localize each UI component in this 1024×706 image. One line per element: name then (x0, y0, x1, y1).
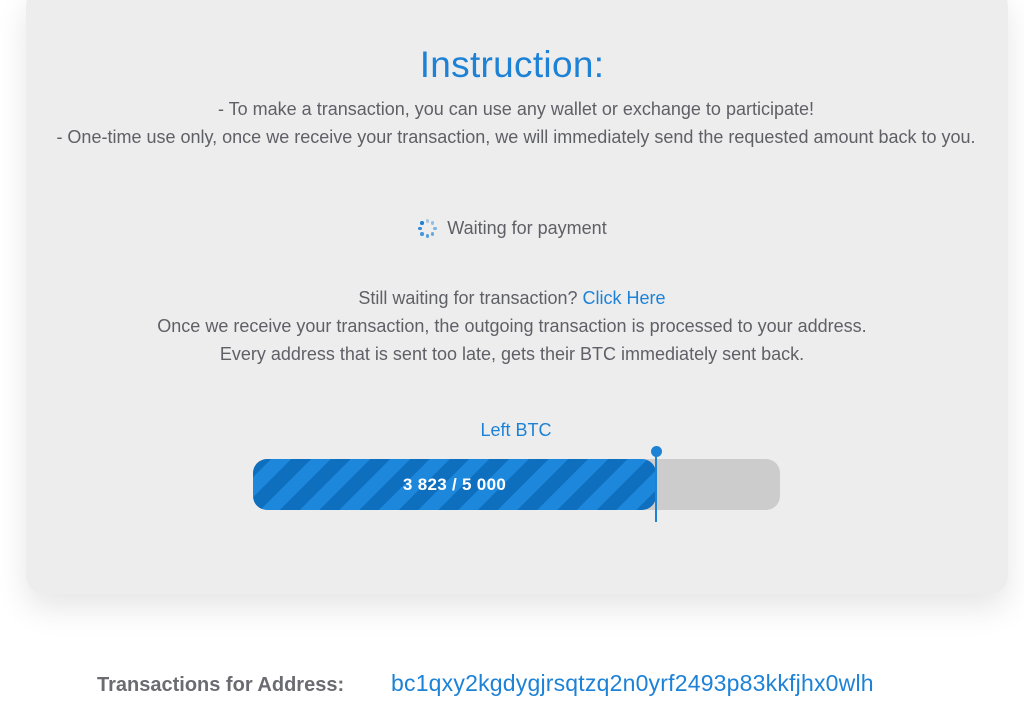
info-line-2: Once we receive your transaction, the ou… (157, 316, 867, 336)
spinner-dot (430, 232, 435, 236)
spinner-dot (420, 232, 424, 236)
spinner-dot (420, 221, 424, 225)
address-label: Transactions for Address: (97, 674, 345, 696)
transaction-info: Still waiting for transaction? Click Her… (0, 284, 1024, 368)
progress-marker-dot (650, 446, 662, 457)
still-waiting-line: Still waiting for transaction? Click Her… (0, 284, 1024, 312)
btc-address-link[interactable]: bc1qxy2kgdygjrsqtzq2n0yrf2493p83kkfjhx0w… (391, 670, 874, 697)
spinner-dot (425, 234, 430, 238)
spinner-dot (430, 221, 435, 225)
progress-marker-line (655, 451, 657, 522)
btc-progress-bar: 3 823 / 5 000 (253, 446, 780, 522)
spinner-dot (418, 226, 422, 231)
spinner-dot (433, 226, 437, 231)
info-line-3: Every address that is sent too late, get… (219, 344, 805, 364)
click-here-link[interactable]: Click Here (583, 288, 666, 308)
left-btc-label: Left BTC (480, 420, 552, 440)
btc-progress-text: 3 823 / 5 000 (402, 475, 507, 494)
instruction-line-2: - One-time use only, once we receive you… (56, 127, 976, 147)
payment-status: Waiting for payment (0, 218, 1024, 239)
instruction-line-1: - To make a transaction, you can use any… (217, 99, 814, 119)
loading-spinner-icon (417, 219, 437, 239)
instruction-title: Instruction: (419, 44, 605, 85)
payment-status-text: Waiting for payment (447, 218, 607, 238)
still-waiting-prompt: Still waiting for transaction? (358, 288, 578, 308)
instruction-text: - To make a transaction, you can use any… (56, 95, 976, 151)
page: Instruction: - To make a transaction, yo… (0, 0, 1024, 706)
address-row: Transactions for Address: bc1qxy2kgdygjr… (0, 670, 1024, 700)
spinner-dot (425, 219, 430, 223)
